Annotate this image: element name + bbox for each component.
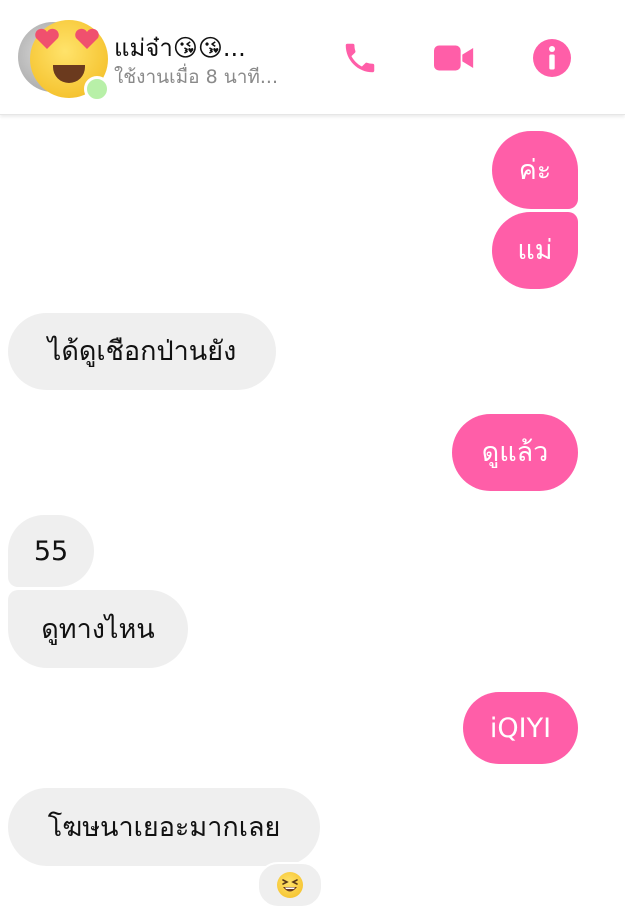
- outgoing-message[interactable]: แม่: [492, 212, 578, 289]
- outgoing-message[interactable]: ดูแล้ว: [452, 414, 578, 491]
- info-icon[interactable]: [532, 38, 572, 78]
- incoming-message[interactable]: ได้ดูเชือกป่านยัง: [8, 313, 276, 390]
- incoming-message[interactable]: โฆษนาเยอะมากเลย: [8, 788, 320, 866]
- video-camera-icon[interactable]: [434, 38, 474, 78]
- online-status-dot: [84, 76, 110, 102]
- chat-header: แม่จ๋า😘😘... ใช้งานเมื่อ 8 นาที...: [0, 0, 625, 115]
- incoming-message[interactable]: 55: [8, 515, 94, 587]
- laughing-emoji-icon: [277, 872, 303, 898]
- message-reaction[interactable]: [257, 862, 323, 908]
- outgoing-message[interactable]: iQIYI: [463, 692, 578, 764]
- active-status: ใช้งานเมื่อ 8 นาที...: [114, 66, 279, 88]
- phone-icon[interactable]: [340, 38, 380, 78]
- incoming-message[interactable]: ดูทางไหน: [8, 590, 188, 668]
- outgoing-message[interactable]: ค่ะ: [492, 131, 578, 209]
